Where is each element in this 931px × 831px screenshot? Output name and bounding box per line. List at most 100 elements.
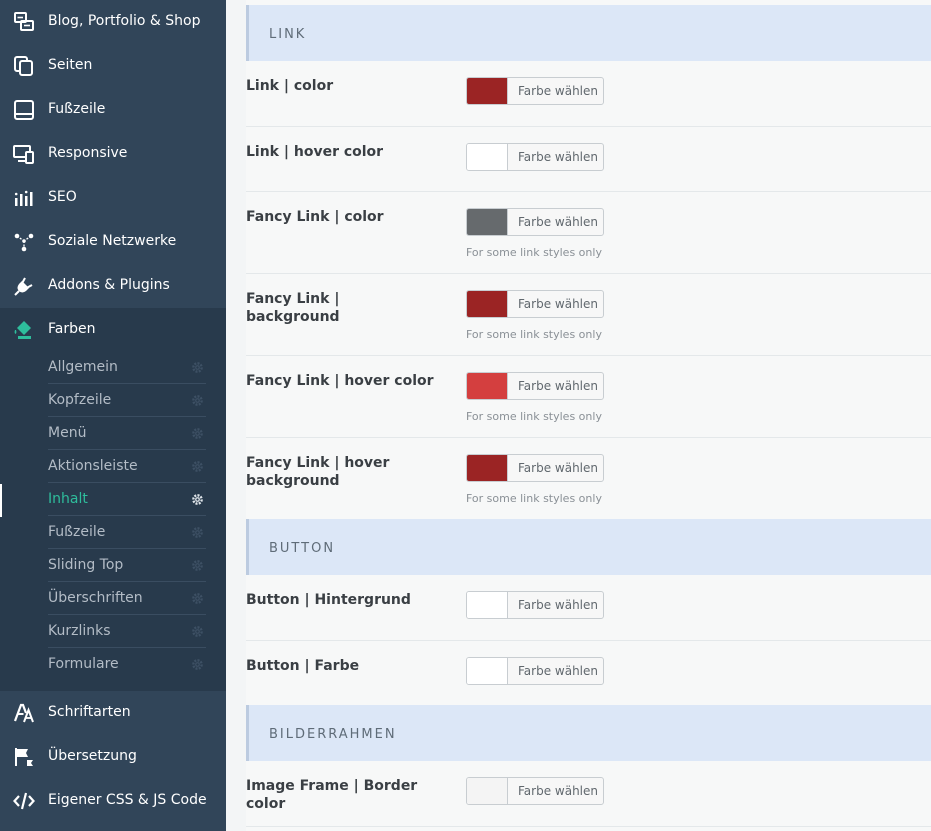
font-icon xyxy=(13,703,34,723)
setting-row: Link | color Farbe wählen xyxy=(246,61,931,127)
color-swatch[interactable] xyxy=(467,778,508,804)
sidebar-item-label: Seiten xyxy=(48,57,93,73)
color-swatch[interactable] xyxy=(467,209,508,235)
gear-icon xyxy=(192,560,203,571)
sidebar-item-seiten[interactable]: Seiten xyxy=(0,44,226,88)
choose-color-button[interactable]: Farbe wählen xyxy=(518,215,598,229)
choose-color-button[interactable]: Farbe wählen xyxy=(518,784,598,798)
sidebar-item-label: Soziale Netzwerke xyxy=(48,233,177,249)
colors-submenu: Farben Allgemein Kopfzeile Menü Aktionsl… xyxy=(0,308,226,691)
color-picker[interactable]: Farbe wählen xyxy=(466,290,604,318)
setting-hint: For some link styles only xyxy=(466,246,602,259)
color-picker[interactable]: Farbe wählen xyxy=(466,657,604,685)
color-swatch[interactable] xyxy=(467,373,508,399)
submenu-item-label: Sliding Top xyxy=(48,557,124,573)
gear-icon xyxy=(192,461,203,472)
color-swatch[interactable] xyxy=(467,144,508,170)
setting-row: Link | hover color Farbe wählen xyxy=(246,127,931,192)
submenu-item-inhalt[interactable]: Inhalt xyxy=(48,483,206,516)
sidebar-item-label: Fußzeile xyxy=(48,101,106,117)
color-picker[interactable]: Farbe wählen xyxy=(466,777,604,805)
submenu-item-fusszeile[interactable]: Fußzeile xyxy=(48,516,206,549)
setting-row: Fancy Link | color Farbe wählen For some… xyxy=(246,192,931,274)
sidebar-item-responsive[interactable]: Responsive xyxy=(0,132,226,176)
submenu-item-label: Aktionsleiste xyxy=(48,458,138,474)
setting-label: Link | hover color xyxy=(246,144,384,160)
sidebar-item-label: Addons & Plugins xyxy=(48,277,170,293)
gear-icon xyxy=(192,428,203,439)
submenu-item-aktionsleiste[interactable]: Aktionsleiste xyxy=(48,450,206,483)
gear-icon xyxy=(192,626,203,637)
pages-icon xyxy=(14,56,33,76)
color-swatch[interactable] xyxy=(467,658,508,684)
sidebar-item-label: Schriftarten xyxy=(48,704,131,720)
choose-color-button[interactable]: Farbe wählen xyxy=(518,461,598,475)
choose-color-button[interactable]: Farbe wählen xyxy=(518,379,598,393)
gear-icon xyxy=(192,395,203,406)
sidebar-item-addons[interactable]: Addons & Plugins xyxy=(0,264,226,308)
sidebar-item-uebersetzung[interactable]: Übersetzung xyxy=(0,735,226,779)
submenu-item-label: Kopfzeile xyxy=(48,392,112,408)
gear-icon xyxy=(192,593,203,604)
setting-label: Fancy Link | hover background xyxy=(246,455,390,489)
color-swatch[interactable] xyxy=(467,592,508,618)
sidebar-item-blog[interactable]: Blog, Portfolio & Shop xyxy=(0,0,226,44)
gear-icon xyxy=(192,362,203,373)
sidebar-item-label: SEO xyxy=(48,189,77,205)
setting-label: Link | color xyxy=(246,78,334,94)
color-picker[interactable]: Farbe wählen xyxy=(466,143,604,171)
sidebar-item-label: Übersetzung xyxy=(48,748,137,764)
color-swatch[interactable] xyxy=(467,455,508,481)
submenu-item-formulare[interactable]: Formulare xyxy=(48,648,206,681)
submenu-item-label: Fußzeile xyxy=(48,524,106,540)
submenu-item-allgemein[interactable]: Allgemein xyxy=(48,351,206,384)
sidebar-item-label: Farben xyxy=(48,321,96,337)
color-swatch[interactable] xyxy=(467,78,508,104)
color-swatch[interactable] xyxy=(467,291,508,317)
code-icon xyxy=(13,792,35,810)
submenu-item-label: Menü xyxy=(48,425,87,441)
choose-color-button[interactable]: Farbe wählen xyxy=(518,150,598,164)
footer-icon xyxy=(14,100,34,120)
responsive-icon xyxy=(13,145,34,164)
flag-icon xyxy=(15,748,33,766)
submenu-item-sliding-top[interactable]: Sliding Top xyxy=(48,549,206,582)
color-picker[interactable]: Farbe wählen xyxy=(466,77,604,105)
section-header-button: BUTTON xyxy=(246,519,931,575)
setting-label: Fancy Link | background xyxy=(246,291,340,325)
seo-icon xyxy=(14,190,33,206)
color-picker[interactable]: Farbe wählen xyxy=(466,372,604,400)
sidebar-item-label: Eigener CSS & JS Code xyxy=(48,792,207,808)
sidebar-item-farben[interactable]: Farben xyxy=(0,308,226,352)
choose-color-button[interactable]: Farbe wählen xyxy=(518,84,598,98)
settings-content: LINK Link | color Farbe wählen Link | ho… xyxy=(246,0,931,831)
color-picker[interactable]: Farbe wählen xyxy=(466,454,604,482)
submenu-item-label: Inhalt xyxy=(48,491,88,507)
gear-icon xyxy=(192,659,203,670)
choose-color-button[interactable]: Farbe wählen xyxy=(518,598,598,612)
choose-color-button[interactable]: Farbe wählen xyxy=(518,664,598,678)
sidebar-item-custom-code[interactable]: Eigener CSS & JS Code xyxy=(0,779,226,823)
sidebar-item-schriftarten[interactable]: Schriftarten xyxy=(0,691,226,735)
plug-icon xyxy=(14,277,33,296)
sidebar-item-label: Blog, Portfolio & Shop xyxy=(48,13,201,29)
submenu-item-kopfzeile[interactable]: Kopfzeile xyxy=(48,384,206,417)
submenu-item-ueberschriften[interactable]: Überschriften xyxy=(48,582,206,615)
submenu-item-kurzlinks[interactable]: Kurzlinks xyxy=(48,615,206,648)
sidebar-item-fusszeile[interactable]: Fußzeile xyxy=(0,88,226,132)
sidebar-item-seo[interactable]: SEO xyxy=(0,176,226,220)
submenu-item-menue[interactable]: Menü xyxy=(48,417,206,450)
setting-row: Fancy Link | background Farbe wählen For… xyxy=(246,274,931,356)
gear-icon xyxy=(192,494,203,505)
gear-icon xyxy=(192,527,203,538)
sidebar-item-social[interactable]: Soziale Netzwerke xyxy=(0,220,226,264)
active-indicator xyxy=(0,484,2,517)
choose-color-button[interactable]: Farbe wählen xyxy=(518,297,598,311)
setting-row: Image Frame | Border color Farbe wählen xyxy=(246,761,931,827)
section-header-link: LINK xyxy=(246,5,931,61)
setting-row: Fancy Link | hover color Farbe wählen Fo… xyxy=(246,356,931,438)
color-picker[interactable]: Farbe wählen xyxy=(466,591,604,619)
setting-label: Image Frame | Border color xyxy=(246,778,418,812)
submenu-item-label: Kurzlinks xyxy=(48,623,111,639)
color-picker[interactable]: Farbe wählen xyxy=(466,208,604,236)
